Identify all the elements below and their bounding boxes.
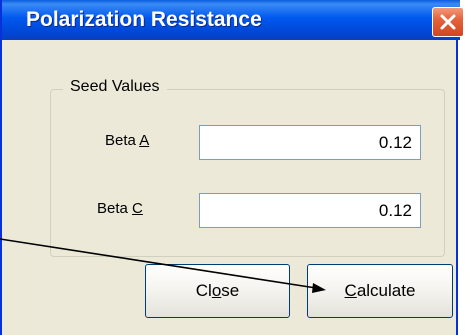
beta-a-input[interactable]: 0.12 xyxy=(199,125,421,160)
close-x-icon xyxy=(440,14,456,30)
calculate-button-text: alculate xyxy=(356,281,416,300)
calculate-button-accel: C xyxy=(344,281,357,300)
close-button-text-a: Cl xyxy=(195,281,212,300)
beta-c-label: Beta C xyxy=(97,200,143,217)
seed-values-group xyxy=(50,89,445,257)
beta-a-label: Beta A xyxy=(105,132,149,149)
window-title: Polarization Resistance xyxy=(26,8,262,31)
beta-a-label-text: Beta xyxy=(105,132,140,149)
close-button-accel: o xyxy=(211,281,222,300)
beta-c-label-accel: C xyxy=(132,200,143,217)
calculate-button[interactable]: Calculate xyxy=(307,264,453,318)
beta-c-label-text: Beta xyxy=(97,200,133,217)
close-window-button[interactable] xyxy=(432,7,464,37)
beta-c-input[interactable]: 0.12 xyxy=(199,193,421,228)
title-bar[interactable]: Polarization Resistance xyxy=(2,0,464,40)
beta-a-label-accel: A xyxy=(139,132,150,149)
close-button[interactable]: Cl o se xyxy=(145,264,290,318)
close-button-text-b: se xyxy=(221,281,240,300)
group-legend: Seed Values xyxy=(63,78,167,96)
